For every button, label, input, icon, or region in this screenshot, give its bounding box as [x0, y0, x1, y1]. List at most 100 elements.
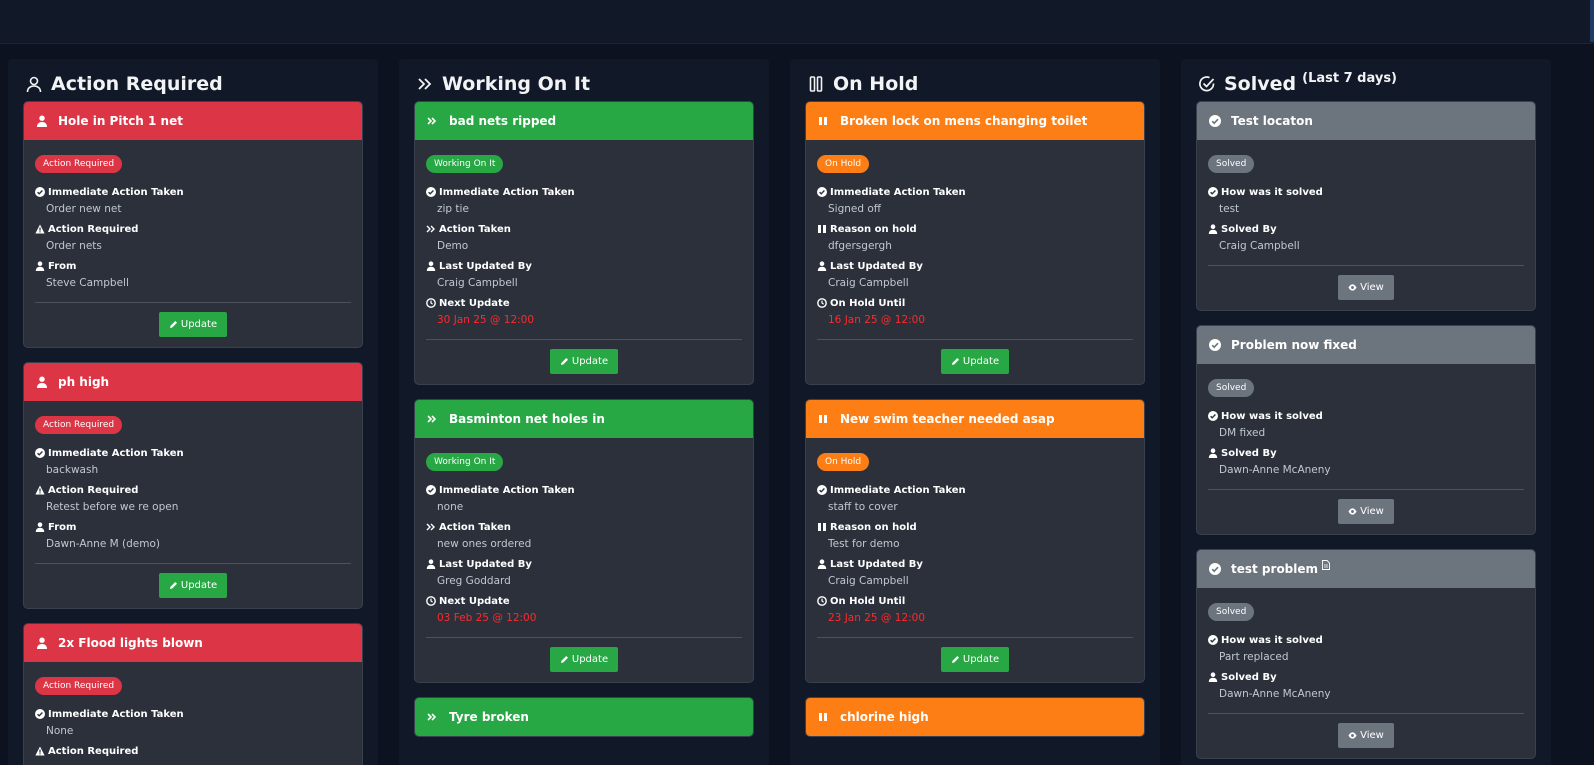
view-button[interactable]: View: [1338, 499, 1394, 524]
card-header[interactable]: ph high: [24, 363, 362, 401]
field-value: Order new net: [46, 203, 122, 215]
user-icon: [36, 637, 50, 649]
double-chevron-right-icon: [427, 116, 441, 126]
field-value: Craig Campbell: [828, 575, 909, 587]
status-badge: Action Required: [35, 155, 123, 173]
check-circle-icon: [1196, 73, 1218, 95]
field-label: From: [48, 260, 77, 272]
pause-icon: [817, 522, 827, 532]
field-value: Order nets: [46, 240, 102, 252]
card-header[interactable]: Basminton net holes in: [415, 400, 753, 438]
field-label: Immediate Action Taken: [830, 484, 966, 496]
field-value: Greg Goddard: [437, 575, 511, 587]
check-circle-icon: [1208, 187, 1218, 197]
card-title: Hole in Pitch 1 net: [58, 114, 183, 128]
user-icon: [36, 376, 50, 388]
card-title: 2x Flood lights blown: [58, 636, 203, 650]
card-header[interactable]: New swim teacher needed asap: [806, 400, 1144, 438]
column-on-hold: On Hold Broken lock on mens changing toi…: [790, 59, 1160, 765]
card-title: Test locaton: [1231, 114, 1313, 128]
user-icon: [817, 559, 827, 569]
hold-until-date: 16 Jan 25 @ 12:00: [828, 314, 926, 326]
field-value: Test for demo: [828, 538, 900, 550]
check-circle-icon: [426, 187, 436, 197]
check-circle-icon: [1209, 563, 1223, 575]
card-header[interactable]: Problem now fixed: [1197, 326, 1535, 364]
field-label: From: [48, 521, 77, 533]
pencil-icon: [951, 655, 960, 664]
clock-icon: [426, 298, 436, 308]
eye-icon: [1348, 731, 1357, 740]
status-badge: On Hold: [817, 155, 870, 173]
card-title: Tyre broken: [449, 710, 529, 724]
card-list: Broken lock on mens changing toilet On H…: [805, 101, 1145, 751]
card-header[interactable]: Tyre broken: [415, 698, 753, 736]
card-list: Test locaton Solved How was it solved te…: [1196, 101, 1536, 765]
divider: [426, 339, 742, 340]
field-value: DM fixed: [1219, 427, 1266, 439]
card-header[interactable]: test problem: [1197, 550, 1535, 588]
card-header[interactable]: bad nets ripped: [415, 102, 753, 140]
field-label: Last Updated By: [439, 558, 532, 570]
field-label: Immediate Action Taken: [48, 186, 184, 198]
problem-card: New swim teacher needed asap On Hold Imm…: [805, 399, 1145, 683]
update-button[interactable]: Update: [549, 647, 619, 672]
field-label: Solved By: [1221, 223, 1277, 235]
column-title: Working On It: [442, 73, 591, 95]
status-badge: Action Required: [35, 677, 123, 695]
card-header[interactable]: 2x Flood lights blown: [24, 624, 362, 662]
problem-card: Broken lock on mens changing toilet On H…: [805, 101, 1145, 385]
card-header[interactable]: Broken lock on mens changing toilet: [806, 102, 1144, 140]
card-title: ph high: [58, 375, 110, 389]
view-button[interactable]: View: [1338, 275, 1394, 300]
field-label: Last Updated By: [830, 260, 923, 272]
field-value: None: [46, 725, 74, 737]
card-list: Hole in Pitch 1 net Action Required Imme…: [23, 101, 363, 765]
card-title: New swim teacher needed asap: [840, 412, 1055, 426]
pencil-icon: [169, 320, 178, 329]
user-icon: [1208, 224, 1218, 234]
card-header[interactable]: Test locaton: [1197, 102, 1535, 140]
problem-card: chlorine high: [805, 697, 1145, 737]
update-button[interactable]: Update: [940, 349, 1010, 374]
document-icon: [1322, 560, 1330, 570]
field-value: Steve Campbell: [46, 277, 129, 289]
card-title: bad nets ripped: [449, 114, 557, 128]
check-circle-icon: [817, 187, 827, 197]
field-value: Signed off: [828, 203, 882, 215]
warning-icon: [35, 746, 45, 756]
field-label: Action Taken: [439, 223, 511, 235]
check-circle-icon: [426, 485, 436, 495]
next-update-date: 30 Jan 25 @ 12:00: [437, 314, 535, 326]
double-chevron-right-icon: [426, 224, 436, 234]
update-button[interactable]: Update: [158, 573, 228, 598]
status-badge: Action Required: [35, 416, 123, 434]
card-title: Basminton net holes in: [449, 412, 605, 426]
column-title: Solved: [1224, 73, 1297, 95]
card-header[interactable]: chlorine high: [806, 698, 1144, 736]
column-header: Working On It: [414, 71, 590, 97]
field-label: Immediate Action Taken: [48, 447, 184, 459]
card-header[interactable]: Hole in Pitch 1 net: [24, 102, 362, 140]
field-label: How was it solved: [1221, 410, 1323, 422]
problem-card: 2x Flood lights blown Action Required Im…: [23, 623, 363, 765]
divider: [1208, 713, 1524, 714]
field-label: Immediate Action Taken: [48, 708, 184, 720]
field-label: Last Updated By: [439, 260, 532, 272]
card-title: Broken lock on mens changing toilet: [840, 114, 1088, 128]
update-button[interactable]: Update: [549, 349, 619, 374]
user-icon: [817, 261, 827, 271]
update-button[interactable]: Update: [158, 312, 228, 337]
problem-card: Hole in Pitch 1 net Action Required Imme…: [23, 101, 363, 348]
field-label: Reason on hold: [830, 521, 917, 533]
pause-icon: [818, 712, 832, 722]
update-button[interactable]: Update: [940, 647, 1010, 672]
column-working-on-it: Working On It bad nets ripped Working On…: [399, 59, 769, 765]
divider: [1208, 489, 1524, 490]
view-button[interactable]: View: [1338, 723, 1394, 748]
double-chevron-right-icon: [414, 73, 436, 95]
divider: [35, 302, 351, 303]
field-value: Dawn-Anne McAneny: [1219, 464, 1331, 476]
check-circle-icon: [817, 485, 827, 495]
field-label: Next Update: [439, 297, 510, 309]
